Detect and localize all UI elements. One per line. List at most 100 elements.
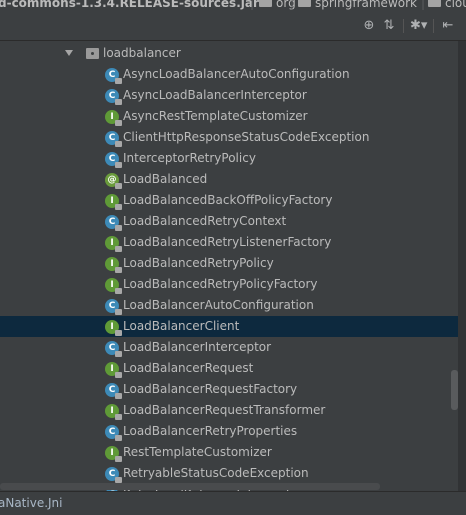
- tree-item[interactable]: I LoadBalancedRetryPolicyFactory: [0, 274, 458, 295]
- interface-icon: I: [105, 110, 122, 126]
- tree-item[interactable]: I AsyncRestTemplateCustomizer: [0, 106, 458, 127]
- tree-item-label: LoadBalancerRequest: [123, 361, 254, 375]
- interface-icon: I: [105, 362, 122, 378]
- lock-icon: [115, 99, 122, 105]
- lock-icon: [115, 456, 122, 462]
- tree-item-label: RetryableStatusCodeException: [123, 466, 309, 480]
- project-tree: loadbalancer C AsyncLoadBalancerAutoConfi…: [0, 41, 458, 491]
- breadcrumb-item-springframework[interactable]: springframework: [298, 0, 417, 10]
- class-icon: C: [105, 341, 122, 357]
- tree-item[interactable]: I LoadBalancedBackOffPolicyFactory: [0, 190, 458, 211]
- tree-item-label: LoadBalancedRetryContext: [123, 214, 287, 228]
- tree-item-label: LoadBalancerRequestFactory: [123, 382, 298, 396]
- tree-item-label: AsyncLoadBalancerInterceptor: [123, 88, 307, 102]
- tree-item[interactable]: I LoadBalancerRequest: [0, 358, 458, 379]
- tree-item[interactable]: I LoadBalancerRequestTransformer: [0, 400, 458, 421]
- lock-icon: [115, 267, 122, 273]
- package-label: loadbalancer: [103, 46, 181, 60]
- toolbar-divider: [403, 19, 404, 33]
- interface-icon: I: [105, 320, 122, 336]
- project-toolbar: ⊕ ⇅ ✱▾ ⇤: [0, 13, 466, 41]
- lock-icon: [115, 162, 122, 168]
- tree-package-loadbalancer[interactable]: loadbalancer: [0, 43, 458, 64]
- vertical-scrollbar[interactable]: [451, 370, 458, 410]
- tree-item[interactable]: C LoadBalancedRetryContext: [0, 211, 458, 232]
- tree-item-label: LoadBalancedBackOffPolicyFactory: [123, 193, 333, 207]
- tree-item[interactable]: I LoadBalancerClient: [0, 316, 458, 337]
- tree-item-label: AsyncRestTemplateCustomizer: [123, 109, 308, 123]
- status-text[interactable]: aNative.Jni: [0, 496, 63, 510]
- lock-icon: [115, 393, 122, 399]
- tree-item-label: LoadBalancerRetryProperties: [123, 424, 298, 438]
- class-icon: C: [105, 425, 122, 441]
- lock-icon: [115, 246, 122, 252]
- breadcrumb: d-commons-1.3.4.RELEASE-sources.jar | or…: [0, 0, 466, 14]
- annotation-icon: @: [105, 173, 122, 189]
- class-icon: C: [105, 215, 122, 231]
- tool-window-edge: [458, 41, 466, 514]
- breadcrumb-jar[interactable]: d-commons-1.3.4.RELEASE-sources.jar: [0, 0, 259, 10]
- breadcrumb-separator: |: [250, 0, 255, 10]
- tree-item-label: InterceptorRetryPolicy: [123, 151, 256, 165]
- tree-item[interactable]: C InterceptorRetryPolicy: [0, 148, 458, 169]
- tree-item[interactable]: C RetryableStatusCodeException: [0, 463, 458, 484]
- interface-icon: I: [105, 236, 122, 252]
- interface-icon: I: [105, 446, 122, 462]
- interface-icon: I: [105, 278, 122, 294]
- class-icon: C: [105, 131, 122, 147]
- tree-item[interactable]: C LoadBalancerRequestFactory: [0, 379, 458, 400]
- tree-item[interactable]: C ClientHttpResponseStatusCodeException: [0, 127, 458, 148]
- package-icon: [86, 48, 99, 59]
- tree-item-label: LoadBalancerInterceptor: [123, 340, 272, 354]
- tree-item[interactable]: I LoadBalancedRetryListenerFactory: [0, 232, 458, 253]
- tree-item[interactable]: @ LoadBalanced: [0, 169, 458, 190]
- tree-item-label: LoadBalancedRetryListenerFactory: [123, 235, 332, 249]
- tree-item[interactable]: C LoadBalancerRetryProperties: [0, 421, 458, 442]
- lock-icon: [115, 414, 122, 420]
- tree-item-label: LoadBalanced: [123, 172, 208, 186]
- tree-item-label: RestTemplateCustomizer: [123, 445, 272, 459]
- class-icon: C: [105, 467, 122, 483]
- hide-icon[interactable]: ⇤: [440, 18, 456, 34]
- tree-item-label: LoadBalancerRequestTransformer: [123, 403, 326, 417]
- lock-icon: [115, 183, 122, 189]
- breadcrumb-separator: |: [421, 0, 426, 10]
- tree-item[interactable]: I LoadBalancedRetryPolicy: [0, 253, 458, 274]
- lock-icon: [115, 351, 122, 357]
- tree-item-label: LoadBalancerClient: [123, 319, 240, 333]
- class-icon: C: [105, 299, 122, 315]
- folder-icon: [259, 0, 272, 7]
- tree-item-label: LoadBalancerAutoConfiguration: [123, 298, 314, 312]
- lock-icon: [115, 78, 122, 84]
- chevron-down-icon[interactable]: [65, 50, 73, 56]
- folder-icon: [428, 0, 441, 7]
- interface-icon: I: [105, 257, 122, 273]
- lock-icon: [115, 372, 122, 378]
- breadcrumb-separator: |: [290, 0, 295, 10]
- class-icon: C: [105, 68, 122, 84]
- collapse-icon[interactable]: ⇅: [381, 18, 397, 34]
- crosshair-icon[interactable]: ⊕: [361, 18, 377, 34]
- class-icon: C: [105, 89, 122, 105]
- horizontal-scrollbar[interactable]: [0, 483, 380, 490]
- lock-icon: [115, 309, 122, 315]
- tree-item[interactable]: I RestTemplateCustomizer: [0, 442, 458, 463]
- folder-icon: [298, 0, 311, 7]
- lock-icon: [115, 120, 122, 126]
- tree-item[interactable]: C AsyncLoadBalancerAutoConfiguration: [0, 64, 458, 85]
- tree-item[interactable]: C AsyncLoadBalancerInterceptor: [0, 85, 458, 106]
- tree-item[interactable]: C LoadBalancerInterceptor: [0, 337, 458, 358]
- lock-icon: [115, 225, 122, 231]
- class-icon: C: [105, 152, 122, 168]
- lock-icon: [115, 204, 122, 210]
- lock-icon: [115, 330, 122, 336]
- breadcrumb-item-cloud[interactable]: clou: [428, 0, 466, 10]
- tree-item-label: LoadBalancedRetryPolicyFactory: [123, 277, 318, 291]
- tree-item-label: AsyncLoadBalancerAutoConfiguration: [123, 67, 350, 81]
- gear-icon[interactable]: ✱▾: [410, 18, 427, 34]
- lock-icon: [115, 435, 122, 441]
- class-icon: C: [105, 383, 122, 399]
- tree-item-label: ClientHttpResponseStatusCodeException: [123, 130, 370, 144]
- tree-item-label: LoadBalancedRetryPolicy: [123, 256, 274, 270]
- tree-item[interactable]: C LoadBalancerAutoConfiguration: [0, 295, 458, 316]
